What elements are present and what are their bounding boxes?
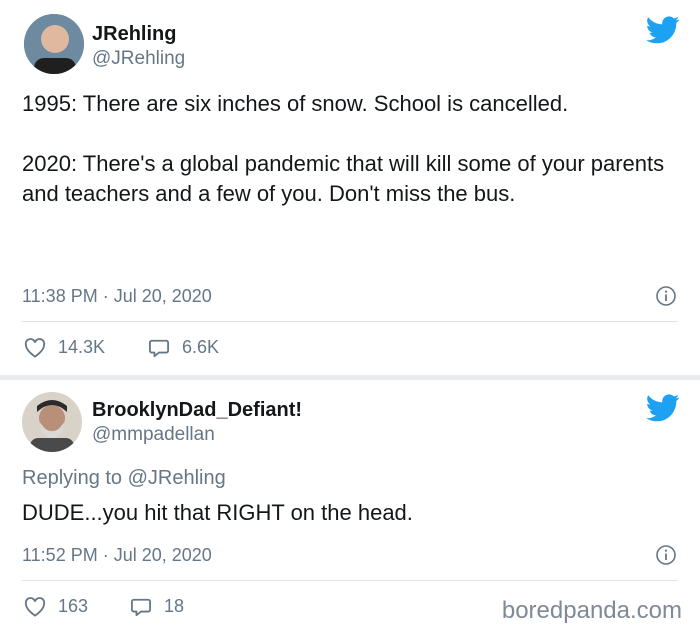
like-button[interactable]: 163 — [24, 596, 88, 617]
replying-to[interactable]: Replying to @JRehling — [22, 466, 226, 490]
tweet-text: 1995: There are six inches of snow. Scho… — [22, 91, 665, 206]
divider — [22, 321, 678, 322]
like-count: 163 — [58, 596, 89, 616]
reply-button[interactable]: 18 — [130, 596, 184, 617]
reply-count: 6.6K — [182, 337, 220, 357]
reply-count: 18 — [164, 596, 185, 616]
avatar[interactable] — [22, 392, 82, 452]
twitter-bird-icon — [646, 394, 680, 422]
user-handle[interactable]: @JRehling — [92, 47, 185, 71]
reply-button[interactable]: 6.6K — [148, 337, 219, 358]
display-name[interactable]: BrooklynDad_Defiant! — [92, 398, 302, 422]
info-icon[interactable] — [656, 286, 676, 306]
speech-bubble-icon — [131, 598, 151, 616]
avatar[interactable] — [24, 14, 84, 74]
user-handle[interactable]: @mmpadellan — [92, 423, 215, 447]
tweet-separator — [0, 375, 700, 380]
heart-icon — [24, 337, 46, 358]
timestamp[interactable]: 11:52 PM · Jul 20, 2020 — [22, 544, 212, 566]
divider — [22, 580, 678, 581]
twitter-bird-icon — [646, 16, 680, 44]
info-icon[interactable] — [656, 545, 676, 565]
speech-bubble-icon — [149, 339, 169, 357]
tweet-text: DUDE...you hit that RIGHT on the head. — [22, 500, 413, 525]
display-name[interactable]: JRehling — [92, 22, 176, 46]
like-button[interactable]: 14.3K — [24, 337, 105, 358]
tweet-card: JRehling @JRehling 1995: There are six i… — [0, 0, 700, 375]
timestamp[interactable]: 11:38 PM · Jul 20, 2020 — [22, 285, 212, 307]
heart-icon — [24, 596, 46, 617]
watermark: boredpanda.com — [501, 597, 682, 624]
like-count: 14.3K — [58, 337, 106, 357]
